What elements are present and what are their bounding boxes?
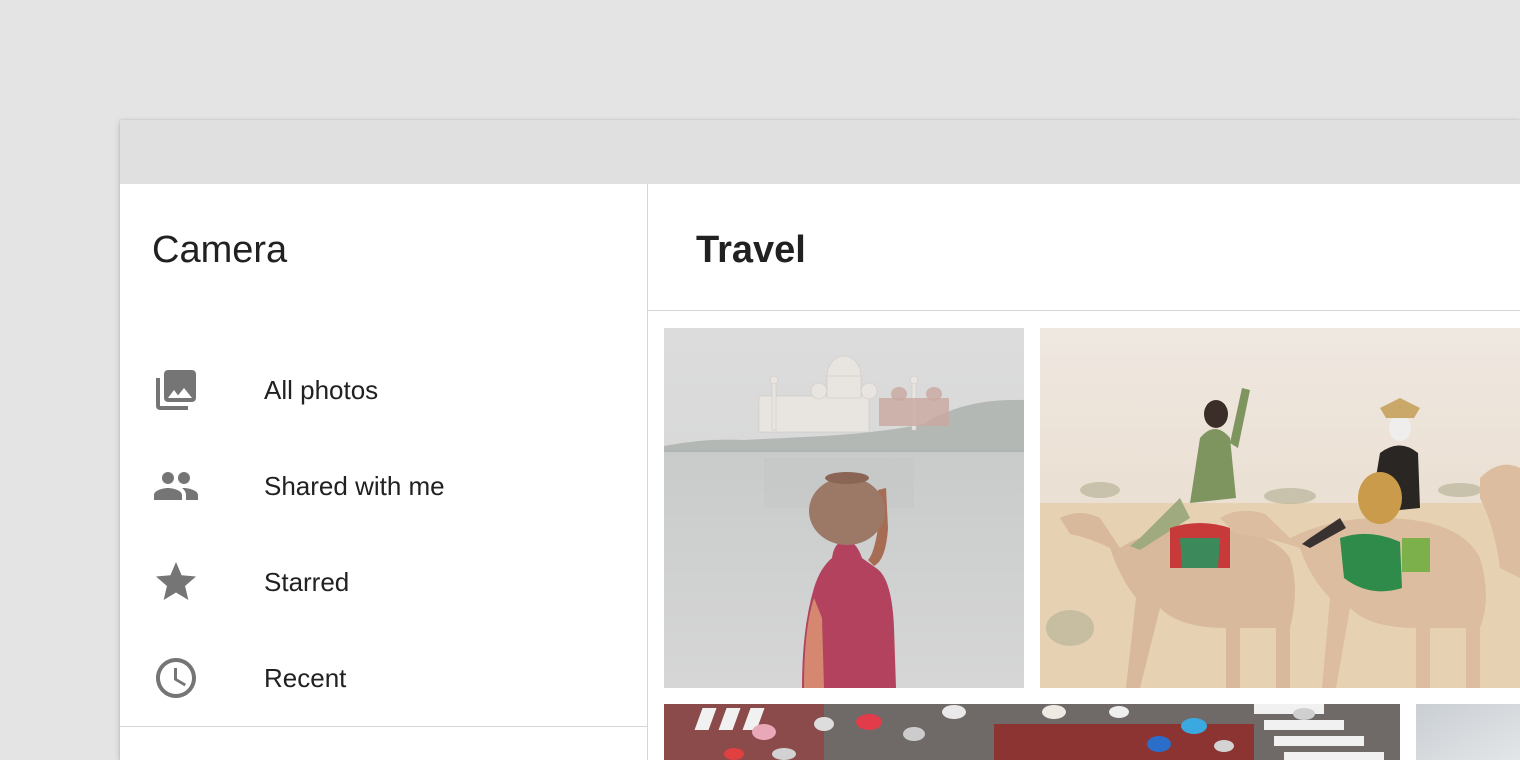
photo-taj-mahal[interactable] bbox=[664, 328, 1024, 688]
sidebar-item-label: Shared with me bbox=[264, 471, 445, 501]
sidebar-title: Camera bbox=[152, 229, 288, 271]
people-icon bbox=[152, 462, 200, 510]
photo-misty-sky[interactable] bbox=[1416, 704, 1520, 760]
sidebar-item-all-photos[interactable]: All photos bbox=[120, 340, 647, 436]
sidebar-item-recent[interactable]: Recent bbox=[120, 628, 647, 724]
sidebar: Camera All photos Shared with me Starred… bbox=[120, 184, 648, 760]
clock-icon bbox=[152, 654, 200, 702]
sidebar-item-label: All photos bbox=[264, 375, 379, 405]
photo-umbrellas-crosswalk[interactable] bbox=[664, 704, 1400, 760]
page-title: Travel bbox=[696, 229, 806, 271]
sidebar-item-label: Starred bbox=[264, 567, 350, 597]
sidebar-item-label: Recent bbox=[264, 663, 347, 693]
app-window: Camera All photos Shared with me Starred… bbox=[120, 120, 1520, 760]
main-content: Travel bbox=[648, 184, 1520, 760]
sidebar-item-starred[interactable]: Starred bbox=[120, 532, 647, 628]
sidebar-item-shared-with-me[interactable]: Shared with me bbox=[120, 436, 647, 532]
sidebar-divider bbox=[120, 726, 647, 727]
star-icon bbox=[152, 558, 200, 606]
photo-camel-riders[interactable] bbox=[1040, 328, 1520, 688]
photo-library-icon bbox=[152, 366, 200, 414]
main-header: Travel bbox=[648, 184, 1520, 311]
title-bar[interactable] bbox=[120, 120, 1520, 184]
